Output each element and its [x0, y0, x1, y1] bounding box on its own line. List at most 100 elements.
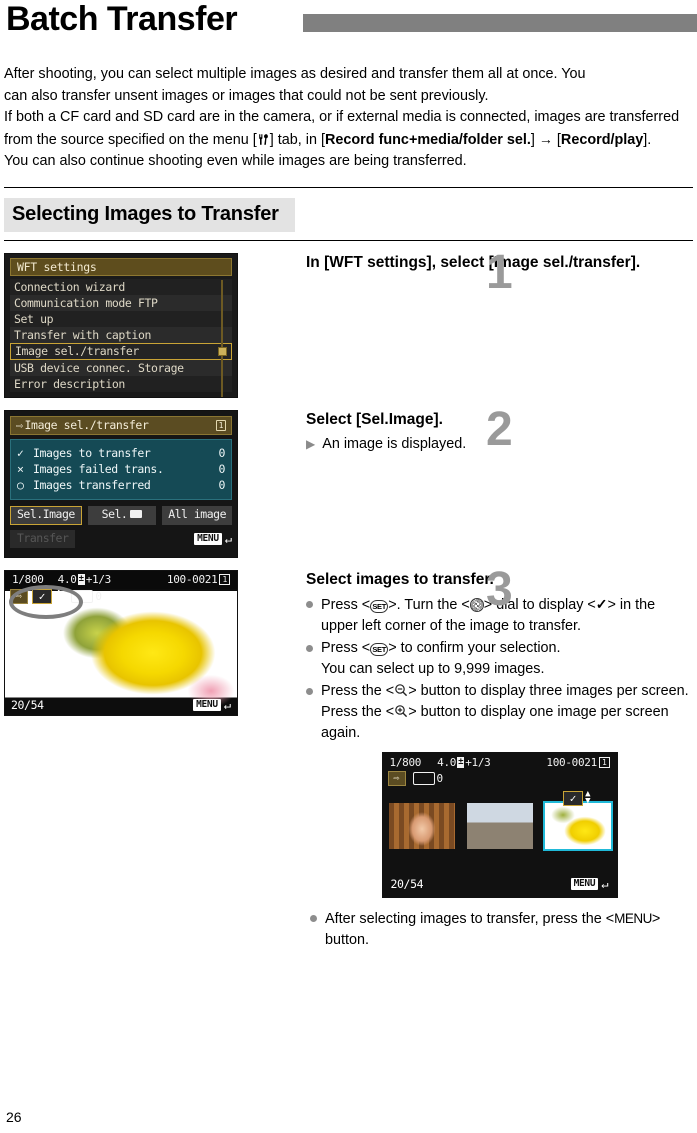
index-exposure-info: 1/800 4.0 ± +1/3 100-0021 1	[383, 754, 617, 771]
menu-item-set-up[interactable]: Set up	[10, 310, 232, 327]
transfer-button-disabled[interactable]: Transfer	[10, 529, 76, 548]
menu-return-badge[interactable]: MENU ↵	[570, 876, 609, 891]
triangle-bullet-icon: ▶	[306, 436, 316, 451]
status-value: 0	[218, 445, 225, 460]
screen-button-row: Sel.Image Sel. All image	[10, 505, 232, 525]
step-1-screenshot-col: WFT settings Connection wizard Communica…	[4, 252, 240, 398]
menu-return-badge[interactable]: MENU ↵	[193, 697, 231, 712]
index-thumbnail-3-selected[interactable]	[542, 800, 613, 851]
bullet-dot-icon	[306, 600, 313, 608]
menu-return-badge[interactable]: MENU ↵	[194, 531, 232, 546]
file-number: 100-0021	[546, 755, 597, 769]
screen-footer: Transfer MENU ↵	[10, 529, 232, 548]
scrollbar-thumb[interactable]	[218, 346, 227, 356]
bullet-3-pre: Press the <	[321, 682, 395, 699]
card-slot-badge: 1	[215, 419, 226, 431]
step-3: 1/800 4.0 ± +1/3 100-0021 1 ⇨ ✓ ▲ ▼ 0 20/…	[0, 565, 697, 952]
menu-badge-label: MENU	[194, 532, 222, 545]
card-slot-number: 1	[222, 575, 227, 584]
step-2-screenshot-col: ⇨ Image sel./transfer 1 ✓ Images to tran…	[4, 409, 240, 558]
transfer-order-icon: ⇨	[387, 771, 406, 786]
section-heading: Selecting Images to Transfer	[4, 197, 295, 232]
menu-button-label: MENU	[614, 910, 652, 926]
check-mark-icon: ✓	[17, 445, 24, 460]
status-value: 0	[218, 477, 225, 492]
bullet-2-pre: Press <	[321, 639, 371, 656]
transfer-status-panel: ✓ Images to transfer 0 × Images failed t…	[10, 438, 232, 500]
status-row-failed: × Images failed trans. 0	[17, 461, 225, 477]
menu-badge-label: MENU	[193, 698, 221, 711]
transfer-check-box[interactable]: ✓	[563, 790, 584, 806]
step-3-screenshot-col: 1/800 4.0 ± +1/3 100-0021 1 ⇨ ✓ ▲ ▼ 0 20/…	[4, 569, 240, 952]
menu-item-communication-mode[interactable]: Communication mode FTP	[10, 294, 232, 311]
card-slot-badge: 1	[598, 756, 610, 768]
menu-item-usb-device-connec[interactable]: USB device connec. Storage	[10, 359, 232, 376]
status-label: Images failed trans.	[33, 461, 164, 476]
camera-screen-playback-single: 1/800 4.0 ± +1/3 100-0021 1 ⇨ ✓ ▲ ▼ 0 20/…	[4, 569, 238, 716]
intro-paragraph: After shooting, you can select multiple …	[4, 64, 693, 173]
step-3-text-col: 3 Select images to transfer. Press < SET >…	[240, 565, 693, 952]
card-slot-number: 1	[601, 757, 607, 767]
screen-title-text: Image sel./transfer	[24, 417, 149, 432]
intro-line-2: can also transfer unsent images or image…	[4, 87, 489, 104]
status-label: Images transferred	[33, 477, 151, 492]
divider-bottom	[4, 239, 693, 241]
index-transfer-row: ⇨ 0	[387, 771, 443, 787]
menu-item-transfer-with-caption[interactable]: Transfer with caption	[10, 326, 232, 343]
bullet-dot-icon	[306, 644, 313, 652]
intro-line-4: You can also continue shooting even whil…	[4, 153, 467, 169]
all-image-button[interactable]: All image	[162, 505, 232, 525]
exposure-comp-icon: ±	[457, 756, 465, 768]
final-bullet-a: After selecting images to transfer, pres…	[325, 910, 615, 927]
exposure-comp-icon: ±	[77, 574, 85, 585]
status-row-to-transfer: ✓ Images to transfer 0	[17, 445, 225, 461]
step-1: WFT settings Connection wizard Communica…	[0, 248, 697, 398]
divider-top	[4, 186, 693, 188]
status-value: 0	[218, 461, 225, 476]
circle-mark-icon: ○	[17, 477, 24, 492]
return-arrow-icon: ↵	[223, 697, 231, 712]
return-arrow-icon: ↵	[224, 531, 232, 546]
intro-line-3c: ] tab, in [	[269, 131, 325, 148]
camera-screen-playback-index: 1/800 4.0 ± +1/3 100-0021 1 ⇨ 0 ✓ ▲ ▼ 20…	[381, 751, 618, 898]
intro-line-1: After shooting, you can select multiple …	[4, 66, 586, 82]
annotation-highlight-ellipse	[9, 584, 83, 619]
copies-icon	[412, 772, 435, 785]
scrollbar-track[interactable]	[221, 279, 223, 397]
index-thumbnail-2[interactable]	[466, 802, 533, 849]
bullet-1-mid: >. Turn the <	[388, 596, 470, 613]
intro-line-3e: [	[552, 131, 561, 148]
checkmark-icon: ✓	[595, 595, 608, 612]
menu-item-error-description[interactable]: Error description	[10, 375, 232, 392]
header-rule-bar	[303, 14, 697, 32]
camera-screen-image-sel-transfer: ⇨ Image sel./transfer 1 ✓ Images to tran…	[4, 409, 238, 558]
bullet-2-line2: You can select up to 9,999 images.	[321, 660, 545, 677]
step-3-number: 3	[486, 562, 513, 616]
zoom-in-magnifier-icon	[394, 704, 408, 718]
menu-item-connection-wizard[interactable]: Connection wizard	[10, 278, 232, 295]
step-1-number: 1	[486, 245, 513, 299]
menu-item-image-sel-transfer[interactable]: Image sel./transfer	[10, 342, 232, 360]
sel-folder-label: Sel.	[101, 506, 128, 521]
exposure-compensation: +1/3	[465, 755, 491, 769]
bullet-press-zoom-buttons: Press the < > button to display three ima…	[306, 681, 693, 744]
exposure-compensation: +1/3	[85, 572, 112, 586]
copies-count: 0	[95, 589, 103, 603]
return-arrow-icon: ↵	[601, 876, 609, 891]
step-3-final-bullet: After selecting images to transfer, pres…	[306, 908, 693, 951]
step-2-result-text: An image is displayed.	[322, 435, 467, 452]
sel-folder-button[interactable]: Sel.	[87, 505, 157, 525]
transfer-arrow-icon: ⇨	[16, 417, 23, 432]
updown-arrow-icon: ▲ ▼	[585, 789, 591, 806]
intro-line-3f: ].	[643, 131, 652, 148]
folder-icon	[130, 509, 143, 518]
screen-title-image-sel: ⇨ Image sel./transfer 1	[10, 415, 232, 435]
set-button-icon: SET	[370, 599, 389, 613]
index-thumbnail-1[interactable]	[388, 802, 455, 849]
page-number: 26	[6, 1109, 22, 1125]
page-title: Batch Transfer	[6, 0, 238, 38]
sel-image-button[interactable]: Sel.Image	[10, 505, 82, 525]
index-counter: 20/54	[390, 876, 424, 891]
step-2: ⇨ Image sel./transfer 1 ✓ Images to tran…	[0, 405, 697, 558]
set-button-icon: SET	[370, 642, 389, 656]
